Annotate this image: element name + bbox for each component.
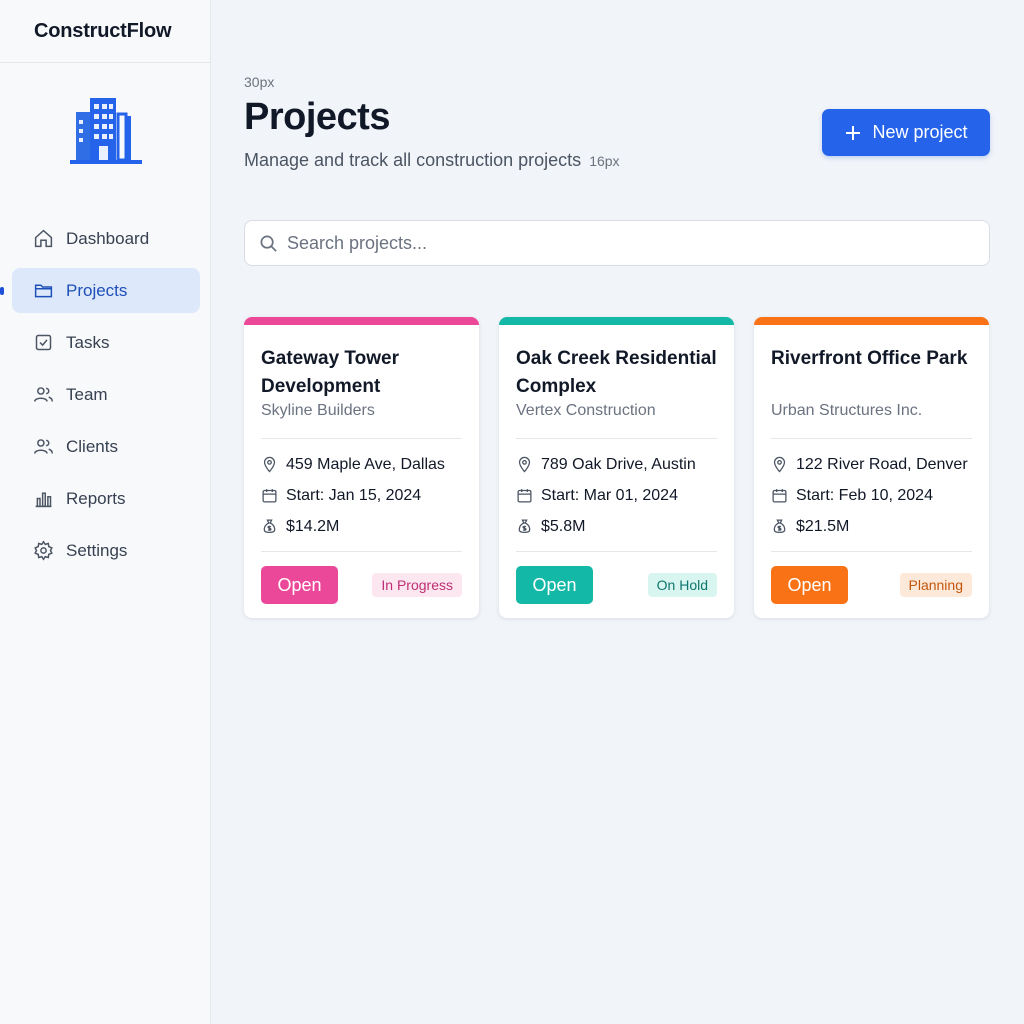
project-address: 789 Oak Drive, Austin bbox=[516, 449, 717, 480]
sidebar-item-team[interactable]: Team bbox=[12, 372, 200, 417]
project-budget: $21.5M bbox=[771, 511, 972, 542]
sidebar-item-settings[interactable]: Settings bbox=[12, 528, 200, 573]
location-pin-icon bbox=[516, 456, 533, 473]
project-card: Riverfront Office Park Urban Structures … bbox=[754, 317, 989, 618]
calendar-icon bbox=[261, 487, 278, 504]
card-color-bar bbox=[244, 317, 479, 325]
plus-icon bbox=[844, 124, 862, 142]
address-text: 789 Oak Drive, Austin bbox=[541, 455, 696, 473]
status-badge: On Hold bbox=[647, 573, 717, 597]
project-company: Skyline Builders bbox=[261, 402, 375, 419]
location-pin-icon bbox=[261, 456, 278, 473]
project-card: Oak Creek Residential Complex Vertex Con… bbox=[499, 317, 734, 618]
open-project-button[interactable]: Open bbox=[516, 566, 593, 604]
project-budget: $14.2M bbox=[261, 511, 462, 542]
gear-icon bbox=[33, 540, 54, 561]
start-text: Start: Jan 15, 2024 bbox=[286, 486, 422, 504]
app-name: ConstructFlow bbox=[0, 0, 210, 63]
divider bbox=[771, 438, 972, 439]
page-subtitle: Manage and track all construction projec… bbox=[244, 150, 620, 171]
location-pin-icon bbox=[771, 456, 788, 473]
start-text: Start: Feb 10, 2024 bbox=[796, 486, 933, 504]
card-color-bar bbox=[754, 317, 989, 325]
active-indicator bbox=[0, 287, 4, 295]
project-title: Riverfront Office Park bbox=[771, 348, 968, 369]
page-title: Projects bbox=[244, 96, 390, 138]
project-title: Gateway Tower Development bbox=[261, 348, 399, 397]
status-badge: Planning bbox=[899, 573, 972, 597]
sidebar-item-projects[interactable]: Projects bbox=[0, 268, 200, 313]
project-company: Urban Structures Inc. bbox=[771, 402, 923, 419]
project-address: 459 Maple Ave, Dallas bbox=[261, 449, 462, 480]
subtitle-text: Manage and track all construction projec… bbox=[244, 150, 582, 170]
checkbox-icon bbox=[33, 332, 54, 353]
sidebar-item-dashboard[interactable]: Dashboard bbox=[12, 216, 200, 261]
sidebar-nav: Dashboard Projects Tasks Team Clients Re… bbox=[0, 216, 200, 580]
sidebar-item-tasks[interactable]: Tasks bbox=[12, 320, 200, 365]
budget-text: $21.5M bbox=[796, 517, 850, 535]
sidebar-item-label: Tasks bbox=[66, 332, 110, 352]
project-cards: Gateway Tower Development Skyline Builde… bbox=[244, 317, 989, 618]
divider bbox=[516, 438, 717, 439]
project-budget: $5.8M bbox=[516, 511, 717, 542]
project-start: Start: Jan 15, 2024 bbox=[261, 480, 462, 511]
sidebar-item-label: Team bbox=[66, 384, 108, 404]
project-company: Vertex Construction bbox=[516, 402, 656, 419]
new-project-button[interactable]: New project bbox=[822, 109, 990, 156]
project-start: Start: Mar 01, 2024 bbox=[516, 480, 717, 511]
title-size-annotation: 30px bbox=[244, 74, 275, 90]
project-address: 122 River Road, Denver bbox=[771, 449, 972, 480]
search-bar bbox=[244, 220, 990, 266]
project-title: Oak Creek Residential Complex bbox=[516, 348, 717, 397]
start-text: Start: Mar 01, 2024 bbox=[541, 486, 678, 504]
sidebar-item-label: Reports bbox=[66, 488, 126, 508]
search-input[interactable] bbox=[287, 232, 989, 254]
subtitle-size-annotation: 16px bbox=[589, 153, 620, 169]
sidebar-item-label: Clients bbox=[66, 436, 118, 456]
budget-text: $14.2M bbox=[286, 517, 340, 535]
calendar-icon bbox=[771, 487, 788, 504]
users-icon bbox=[33, 436, 54, 457]
sidebar-item-label: Projects bbox=[66, 280, 128, 300]
sidebar-item-label: Settings bbox=[66, 540, 128, 560]
budget-text: $5.8M bbox=[541, 517, 586, 535]
home-icon bbox=[33, 228, 54, 249]
money-bag-icon bbox=[771, 518, 788, 535]
search-icon bbox=[259, 234, 278, 253]
folder-icon bbox=[33, 280, 54, 301]
sidebar-item-reports[interactable]: Reports bbox=[12, 476, 200, 521]
project-start: Start: Feb 10, 2024 bbox=[771, 480, 972, 511]
status-badge: In Progress bbox=[372, 573, 462, 597]
card-color-bar bbox=[499, 317, 734, 325]
new-project-label: New project bbox=[872, 122, 968, 142]
address-text: 122 River Road, Denver bbox=[796, 455, 968, 473]
building-icon bbox=[68, 94, 144, 168]
sidebar-item-clients[interactable]: Clients bbox=[12, 424, 200, 469]
sidebar-item-label: Dashboard bbox=[66, 228, 150, 248]
calendar-icon bbox=[516, 487, 533, 504]
project-card: Gateway Tower Development Skyline Builde… bbox=[244, 317, 479, 618]
money-bag-icon bbox=[516, 518, 533, 535]
money-bag-icon bbox=[261, 518, 278, 535]
open-project-button[interactable]: Open bbox=[261, 566, 338, 604]
address-text: 459 Maple Ave, Dallas bbox=[286, 455, 445, 473]
bar-chart-icon bbox=[33, 488, 54, 509]
users-icon bbox=[33, 384, 54, 405]
divider bbox=[261, 438, 462, 439]
sidebar: ConstructFlow Dashboard Projects Tasks T… bbox=[0, 0, 211, 1024]
open-project-button[interactable]: Open bbox=[771, 566, 848, 604]
